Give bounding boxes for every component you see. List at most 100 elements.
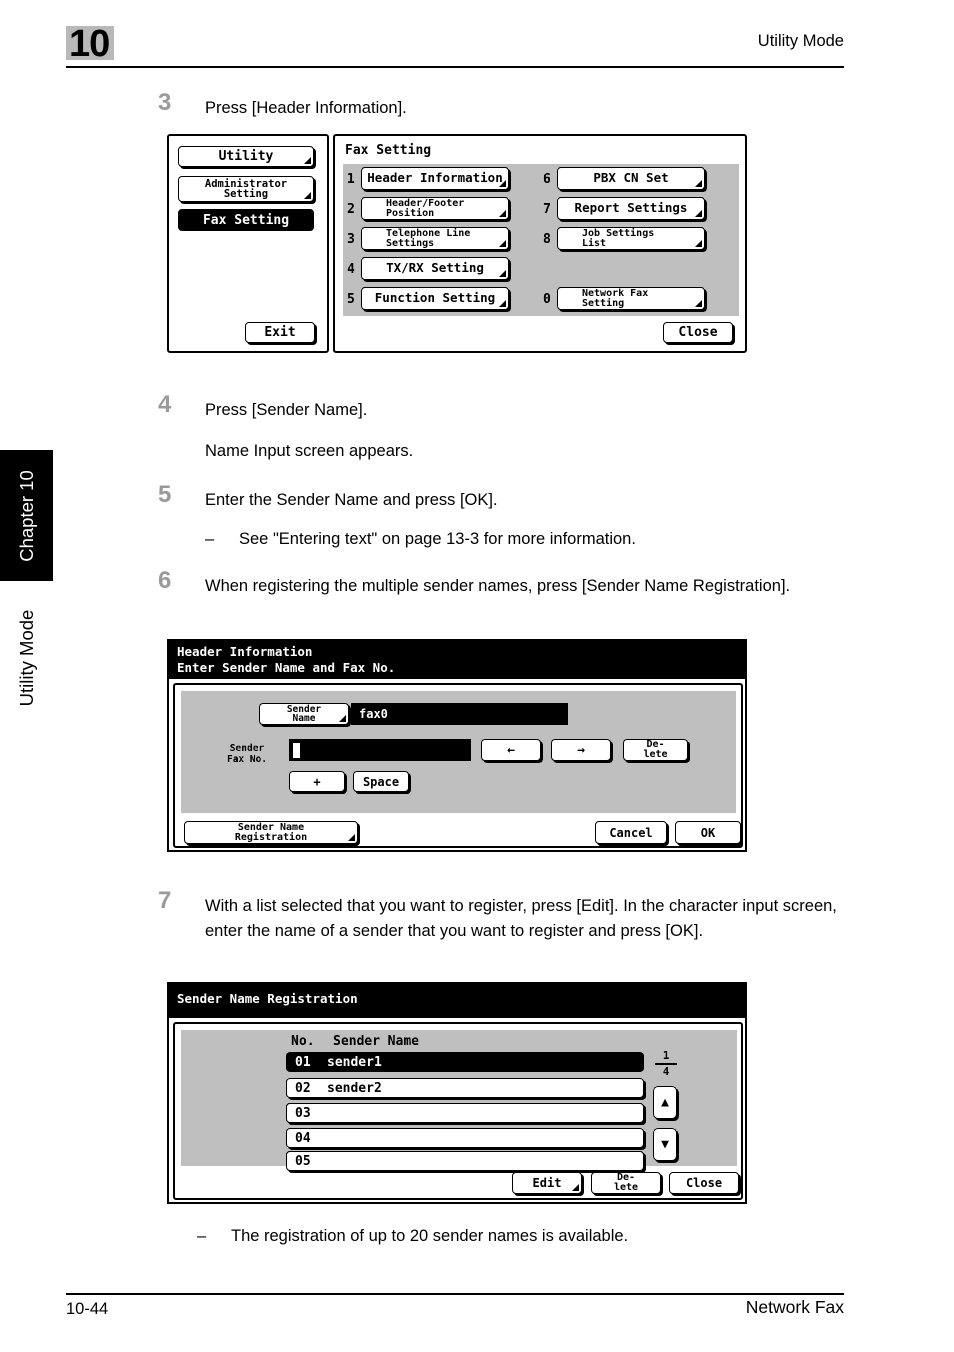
step-4-subtext: Name Input screen appears. (205, 442, 414, 460)
fax-setting-button-header-footer-position-label: Header/Footer Position (386, 197, 465, 219)
edit-button[interactable]: Edit (512, 1172, 582, 1194)
cursor-left-button[interactable]: ← (481, 739, 541, 761)
fax-setting-button-pbx-cn-set[interactable]: PBX CN Set (557, 167, 705, 190)
cancel-button[interactable]: Cancel (595, 821, 667, 844)
step-4: 4 Press [Sender Name]. Name Input screen… (158, 392, 848, 464)
ok-button[interactable]: OK (675, 821, 741, 844)
sender-name-button[interactable]: Sender Name (259, 703, 349, 725)
menu-button-fax-setting-label: Fax Setting (202, 212, 290, 228)
fax-setting-button-function-setting[interactable]: Function Setting (361, 287, 509, 310)
list-item[interactable]: 05 (286, 1151, 644, 1171)
column-header-sender-name: Sender Name (333, 1034, 420, 1049)
chapter-number: 10 (69, 23, 110, 65)
list-item-no: 05 (295, 1153, 311, 1169)
step-7: 7 With a list selected that you want to … (158, 888, 848, 944)
fax-setting-content: Fax Setting 1 Header Information 2 Heade… (333, 134, 747, 353)
sender-fax-no-label: Sender Fax No. (226, 743, 268, 765)
bullet-dash: – (205, 530, 215, 548)
key-number-3: 3 (347, 232, 355, 247)
header-information-titlebar: Header Information Enter Sender Name and… (169, 641, 745, 679)
scroll-up-button[interactable]: ▲ (653, 1086, 677, 1119)
space-button-label: Space (362, 774, 400, 789)
header-information-subtitle: Enter Sender Name and Fax No. (177, 660, 396, 675)
delete-button[interactable]: De- lete (623, 739, 688, 761)
list-item[interactable]: 01 sender1 (286, 1052, 644, 1072)
step-6: 6 When registering the multiple sender n… (158, 568, 848, 599)
key-number-7: 7 (543, 202, 551, 217)
fax-setting-button-tx-rx-setting[interactable]: TX/RX Setting (361, 257, 509, 280)
screenshot-header-information: Header Information Enter Sender Name and… (167, 639, 747, 852)
cursor-right-button[interactable]: → (551, 739, 611, 761)
fax-setting-button-tx-rx-setting-label: TX/RX Setting (386, 260, 484, 276)
arrow-left-icon: ← (507, 742, 515, 758)
close-button[interactable]: Close (663, 322, 733, 343)
header-information-body: Sender Name fax0 Sender Fax No. ← → De- … (173, 683, 743, 848)
sender-name-value: fax0 (359, 707, 388, 721)
key-number-4: 4 (347, 262, 355, 277)
fax-setting-grid: 1 Header Information 2 Header/Footer Pos… (343, 164, 739, 316)
fax-setting-button-report-settings[interactable]: Report Settings (557, 197, 705, 220)
fax-setting-button-network-fax-setting-label: Network Fax Setting (582, 287, 649, 309)
menu-button-utility-label: Utility (218, 149, 274, 164)
sender-name-registration-button[interactable]: Sender Name Registration (184, 821, 358, 844)
side-tab-section: Utility Mode (0, 585, 53, 730)
exit-button[interactable]: Exit (245, 322, 315, 343)
sender-registration-titlebar: Sender Name Registration (169, 984, 745, 1018)
text-cursor (293, 742, 300, 758)
fax-setting-button-network-fax-setting[interactable]: Network Fax Setting (557, 287, 705, 310)
menu-button-fax-setting[interactable]: Fax Setting (178, 209, 314, 231)
delete-button-label: De- lete (613, 1172, 639, 1193)
arrow-down-icon: ▼ (661, 1137, 669, 1152)
footer-document-title: Network Fax (745, 1297, 844, 1317)
step-7-text: With a list selected that you want to re… (205, 897, 837, 940)
fax-setting-button-header-information[interactable]: Header Information (361, 167, 509, 190)
fax-setting-button-header-footer-position[interactable]: Header/Footer Position (361, 197, 509, 220)
footer-rule (66, 1293, 844, 1295)
sender-registration-list-area: No. Sender Name 01 sender1 02 sender2 03… (181, 1030, 737, 1171)
delete-button[interactable]: De- lete (591, 1172, 661, 1194)
page-current: 1 (662, 1049, 670, 1062)
step-4-number: 4 (158, 391, 172, 418)
key-number-0: 0 (543, 292, 551, 307)
side-tab-chapter-label: Chapter 10 (15, 469, 37, 562)
list-item-no: 02 (295, 1080, 311, 1096)
bullet-dash: – (197, 1227, 207, 1245)
ok-button-label: OK (700, 825, 716, 840)
list-item-no: 03 (295, 1105, 311, 1121)
menu-button-administrator-setting[interactable]: Administrator Setting (178, 176, 314, 202)
step-5-bullet-text: See "Entering text" on page 13-3 for mor… (239, 530, 636, 548)
key-number-6: 6 (543, 172, 551, 187)
delete-button-label: De- lete (643, 739, 668, 760)
close-button[interactable]: Close (669, 1172, 739, 1194)
menu-button-utility[interactable]: Utility (178, 146, 314, 167)
space-button[interactable]: Space (353, 771, 409, 792)
screenshot-fax-setting: Utility Administrator Setting Fax Settin… (167, 134, 747, 353)
fax-setting-button-report-settings-label: Report Settings (574, 200, 688, 216)
step-5-text: Enter the Sender Name and press [OK]. (205, 491, 498, 509)
sender-name-value-field[interactable]: fax0 (351, 703, 568, 725)
step-5-bullet: – See "Entering text" on page 13-3 for m… (205, 527, 853, 552)
fax-setting-button-telephone-line-settings[interactable]: Telephone Line Settings (361, 227, 509, 250)
sender-fax-no-input[interactable] (289, 739, 471, 761)
plus-button-label: + (313, 774, 321, 789)
list-item[interactable]: 02 sender2 (286, 1078, 644, 1098)
sender-registration-body: No. Sender Name 01 sender1 02 sender2 03… (173, 1022, 743, 1200)
page-header: 10 Utility Mode (66, 23, 844, 70)
sender-name-registration-button-label: Sender Name Registration (234, 821, 308, 843)
fax-setting-left-menu: Utility Administrator Setting Fax Settin… (167, 134, 329, 353)
note-sender-name-limit: – The registration of up to 20 sender na… (197, 1224, 857, 1249)
key-number-1: 1 (347, 172, 355, 187)
plus-button[interactable]: + (289, 771, 345, 792)
list-item-no: 04 (295, 1130, 311, 1146)
step-7-number: 7 (158, 887, 172, 914)
list-item[interactable]: 03 (286, 1103, 644, 1123)
list-item[interactable]: 04 (286, 1128, 644, 1148)
menu-button-administrator-setting-label: Administrator Setting (204, 177, 288, 200)
scroll-down-button[interactable]: ▼ (653, 1128, 677, 1161)
footer-page-number: 10-44 (66, 1300, 109, 1318)
key-number-2: 2 (347, 202, 355, 217)
column-header-no: No. (291, 1034, 315, 1049)
running-head: Utility Mode (757, 32, 844, 50)
sender-registration-title: Sender Name Registration (177, 991, 358, 1006)
fax-setting-button-job-settings-list[interactable]: Job Settings List (557, 227, 705, 250)
